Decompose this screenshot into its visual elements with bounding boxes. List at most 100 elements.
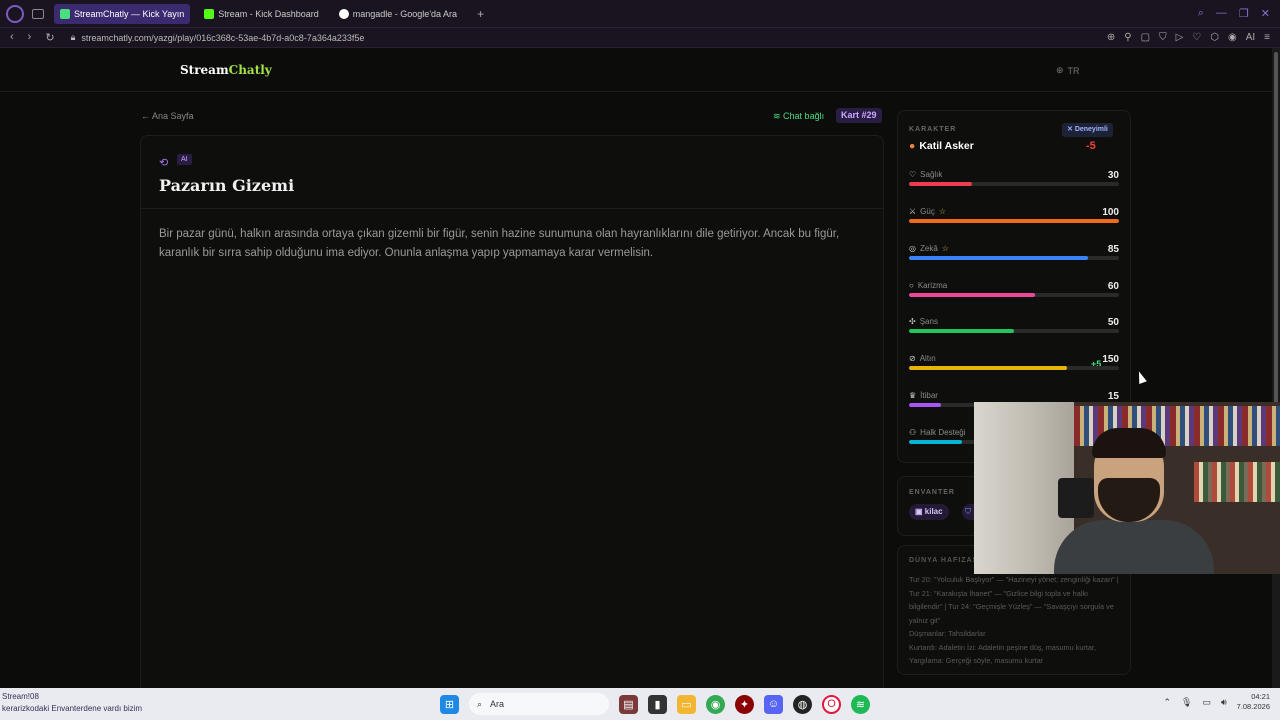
minimize-icon[interactable]: — [1216,7,1227,20]
world-memory-label: DÜNYA HAFIZASI [909,557,982,564]
google-favicon-icon [338,8,349,19]
task-view-icon[interactable]: ▮ [648,694,667,714]
webcam-person-shirt [1054,520,1214,574]
file-explorer-icon[interactable]: ▭ [677,694,696,714]
search-tabs-icon[interactable]: ⌕ [1198,7,1204,20]
ai-button[interactable]: AI [1246,32,1255,43]
stat-bar-fill [909,329,1014,333]
tab-google-search[interactable]: mangadle - Google'da Ara [333,4,463,24]
shield-icon[interactable]: ⛉ [1159,32,1167,43]
display-icon[interactable]: ▭ [1202,697,1211,708]
stat-bar-track [909,329,1119,333]
url-field[interactable]: streamchatly.com/yazgi/play/016c368c-53a… [81,33,364,43]
stat-name: Halk Desteği [920,428,966,437]
reload-icon[interactable]: ↻ [45,31,54,44]
clock[interactable]: 04:21 7.08.2026 [1237,692,1270,712]
stat-bar-fill [909,182,972,186]
wifi-icon: ≋ [773,111,784,121]
stat-value: 15 [1107,391,1119,402]
snapshot-icon[interactable]: ▢ [1141,32,1150,43]
shield-item-icon: ⛉ [965,507,971,516]
inventory-item-partial[interactable]: ⛉ [962,504,974,520]
logo-text-b: Chatly [228,63,272,77]
taskbar-search[interactable]: ⌕ Ara [469,693,609,715]
stat-label: ⚔ Güç ☆ [909,207,946,216]
zoom-icon[interactable]: ⊕ [1107,32,1115,43]
opera-logo-icon[interactable] [6,4,24,23]
new-tab-button[interactable]: + [471,4,490,24]
stat-5: ⊘ Altın 150 +5 [909,354,1119,382]
story-title: Pazarın Gizemi [159,176,295,195]
tab-kick-dashboard[interactable]: Stream - Kick Dashboard [198,4,325,24]
inventory-item[interactable]: ▣ kilac [909,504,949,520]
plus-icon: + [477,6,485,21]
chat-status-label: Chat bağlı [783,111,825,121]
repeat-icon: ⟲ [159,157,169,169]
windows-start-icon[interactable]: ⊞ [440,694,459,714]
discord-icon[interactable]: ☺ [764,694,783,714]
stat-label: ◎ Zekâ ☆ [909,244,949,253]
forward-icon[interactable]: › [28,31,32,44]
opera-gx-icon[interactable]: O [822,694,841,714]
kick-favicon-icon [60,8,70,19]
tray-expand-icon[interactable]: ⌃ [1163,697,1171,708]
extensions-icon[interactable]: ⬡ [1210,32,1219,43]
brain-icon: ◎ [909,244,916,253]
maximize-icon[interactable]: ❐ [1239,7,1249,20]
microphone-icon[interactable]: 🎙︎ [1181,697,1192,708]
stat-0: ♡ Sağlık 30 [909,170,1119,198]
stat-bar-track [909,366,1119,370]
webcam-overlay [974,402,1280,574]
os-taskbar: Stream!08 kerarizkodaki Envanterdene var… [0,688,1280,720]
stat-bar-track [909,256,1119,260]
character-delta: -5 [1086,140,1096,152]
stat-label: ○ Karizma [909,281,947,290]
stat-name: Altın [919,354,936,363]
stat-value: 30 [1107,170,1119,181]
spotify-icon[interactable]: ≋ [851,694,870,714]
cross-swords-icon: ✕ [1067,126,1075,133]
character-section-label: KARAKTER [909,126,957,133]
browser-tab-bar: StreamChatly — Kick Yayın Stream - Kick … [0,0,1280,28]
speaker-icon[interactable]: 🔊︎ [1221,697,1227,708]
menu-icon[interactable]: ≡ [1264,32,1270,43]
character-name-text: Katil Asker [919,140,974,152]
pin-icon[interactable]: ⚲ [1124,32,1131,43]
story-card-header: ⟲ AI Pazarın Gizemi [141,136,883,209]
experience-badge-label: Deneyimli [1074,126,1108,133]
inventory-label: ENVANTER [909,489,955,496]
world-memory-saved: Kurtardı: Adaletin İzi: Adaletin peşine … [909,642,1096,666]
world-memory-enemies: Düşmanlar: Tahsildarlar [909,629,986,638]
close-icon[interactable]: ✕ [1261,7,1270,20]
stat-value: 60 [1107,281,1119,292]
widgets-icon[interactable]: ▤ [619,694,638,714]
obs-icon[interactable]: ◍ [793,694,812,714]
stat-bar-track [909,293,1119,297]
lock-icon: 🔒︎ [70,32,76,42]
back-icon[interactable]: ‹ [10,31,14,44]
heart-bookmark-icon[interactable]: ♡ [1192,32,1201,43]
story-text: Bir pazar günü, halkın arasında ortaya ç… [159,228,840,259]
stat-name: Şans [919,317,938,326]
back-home-link[interactable]: ← Ana Sayfa [141,111,194,121]
app-red-icon[interactable]: ✦ [735,694,754,714]
world-memory-turns: Tur 20: "Yolculuk Başlıyor" — "Hazineyi … [909,575,1119,625]
profile-icon[interactable]: ◉ [1228,32,1237,43]
taskbar-search-label: Ara [490,699,505,709]
box-icon: ▣ [915,507,925,516]
play-icon[interactable]: ▷ [1176,32,1184,43]
stat-bar-track [909,219,1119,223]
sword-icon: ⚔ [909,207,917,216]
chrome-icon[interactable]: ◉ [706,694,725,714]
site-logo[interactable]: StreamChatly [180,63,272,77]
star-icon: ☆ [941,244,949,253]
scrollbar-thumb[interactable] [1274,52,1278,412]
page-scrollbar[interactable] [1272,48,1280,688]
tab-overview-icon[interactable] [32,8,44,19]
clock-date: 7.08.2026 [1236,702,1270,711]
language-switcher[interactable]: ⊕ TR [1056,65,1080,76]
tab-streamchatly[interactable]: StreamChatly — Kick Yayın [54,3,191,24]
logo-text-a: Stream [180,63,229,77]
star-icon: ☆ [938,207,947,216]
stat-bar-fill [909,440,962,444]
